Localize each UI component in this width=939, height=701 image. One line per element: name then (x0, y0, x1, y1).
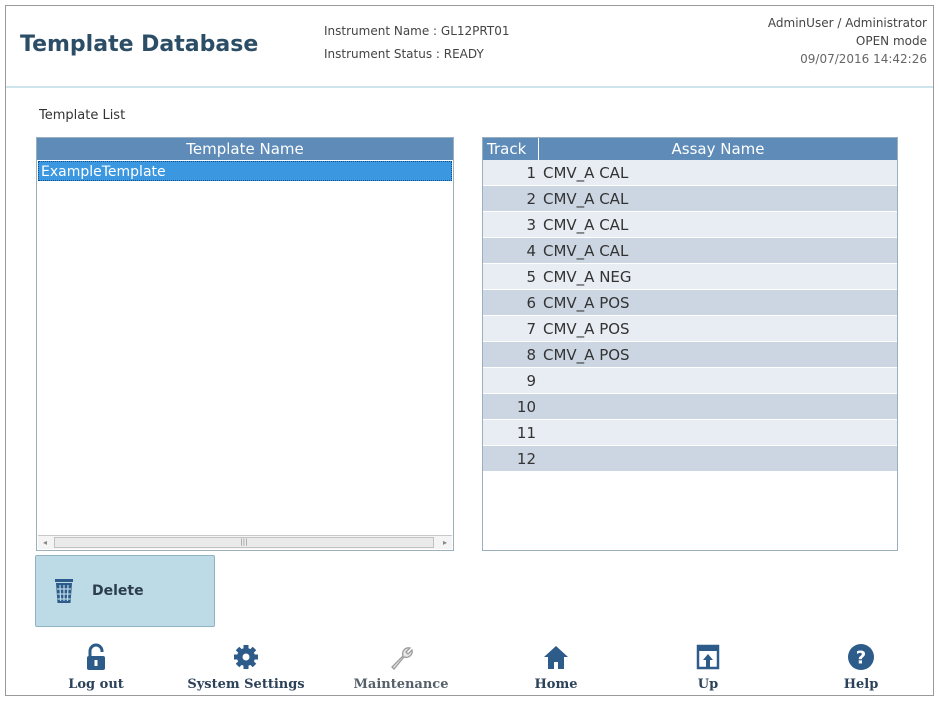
template-list-label: Template List (39, 108, 126, 123)
system-settings-label: System Settings (187, 677, 305, 692)
template-list-item[interactable]: ExampleTemplate (38, 161, 452, 181)
track-cell: 10 (516, 398, 536, 416)
table-row[interactable]: 4 CMV_A CAL (483, 238, 897, 264)
table-row[interactable]: 6 CMV_A POS (483, 290, 897, 316)
page-title: Template Database (20, 32, 259, 57)
assay-cell (539, 368, 897, 393)
up-button[interactable]: Up (638, 639, 778, 695)
assay-table-header: Track Assay Name (483, 138, 897, 160)
unlock-icon (87, 643, 105, 670)
assay-name-column-header: Assay Name (671, 140, 765, 158)
table-row[interactable]: 8 CMV_A POS (483, 342, 897, 368)
table-row[interactable]: 10 (483, 394, 897, 420)
up-label: Up (697, 677, 719, 692)
header: Template Database Instrument Name : GL12… (6, 6, 933, 88)
assay-cell (539, 446, 897, 471)
table-row[interactable]: 1 CMV_A CAL (483, 160, 897, 186)
app-window: Template Database Instrument Name : GL12… (5, 5, 934, 696)
delete-button[interactable]: Delete (35, 555, 215, 627)
track-cell: 12 (516, 450, 536, 468)
table-row[interactable]: 2 CMV_A CAL (483, 186, 897, 212)
scroll-right-icon[interactable]: ▸ (438, 536, 452, 549)
system-settings-button[interactable]: System Settings (176, 639, 316, 695)
track-cell: 2 (526, 190, 536, 208)
trash-icon (55, 579, 73, 603)
datetime: 09/07/2016 14:42:26 (800, 52, 927, 66)
assay-cell: CMV_A CAL (543, 190, 629, 208)
track-cell: 9 (526, 372, 536, 390)
home-icon (544, 646, 568, 669)
instrument-name: Instrument Name : GL12PRT01 (324, 24, 510, 38)
logout-label: Log out (68, 677, 124, 692)
template-list[interactable]: Template Name ExampleTemplate ◂ ||| ▸ (36, 137, 454, 551)
scroll-left-icon[interactable]: ◂ (38, 536, 52, 549)
gear-icon (234, 645, 258, 669)
track-cell: 1 (526, 164, 536, 182)
track-column-header: Track (483, 138, 539, 160)
assay-cell: CMV_A CAL (543, 242, 629, 260)
maintenance-button[interactable]: Maintenance (331, 639, 471, 695)
svg-text:?: ? (856, 648, 866, 669)
table-row[interactable]: 5 CMV_A NEG (483, 264, 897, 290)
mode-label: OPEN mode (855, 34, 927, 48)
track-cell: 6 (526, 294, 536, 312)
assay-cell (539, 394, 897, 419)
help-icon: ? (848, 644, 874, 670)
track-cell: 4 (526, 242, 536, 260)
table-row[interactable]: 7 CMV_A POS (483, 316, 897, 342)
help-button[interactable]: ? Help (791, 639, 931, 695)
home-button[interactable]: Home (486, 639, 626, 695)
track-cell: 7 (526, 320, 536, 338)
assay-cell: CMV_A POS (543, 346, 630, 364)
instrument-status: Instrument Status : READY (324, 47, 484, 61)
track-cell: 5 (526, 268, 536, 286)
track-cell: 8 (526, 346, 536, 364)
assay-cell: CMV_A POS (543, 320, 630, 338)
table-row[interactable]: 12 (483, 446, 897, 472)
table-row[interactable]: 11 (483, 420, 897, 446)
track-cell: 3 (526, 216, 536, 234)
assay-table: Track Assay Name 1 CMV_A CAL 2 CMV_A CAL 3… (482, 137, 898, 551)
user-info: AdminUser / Administrator OPEN mode 09/0… (768, 14, 927, 68)
scrollbar-thumb[interactable]: ||| (54, 537, 434, 548)
footer-nav: Log out System Settings Maintenance Home… (6, 639, 933, 695)
logout-button[interactable]: Log out (26, 639, 166, 695)
assay-cell: CMV_A POS (543, 294, 630, 312)
help-label: Help (843, 677, 879, 692)
up-window-icon (696, 644, 720, 670)
home-label: Home (534, 677, 578, 692)
track-cell: 11 (516, 424, 536, 442)
instrument-info: Instrument Name : GL12PRT01 Instrument S… (324, 20, 509, 66)
assay-cell (539, 420, 897, 445)
assay-cell: CMV_A NEG (543, 268, 632, 286)
maintenance-label: Maintenance (353, 677, 449, 692)
assay-rows: 1 CMV_A CAL 2 CMV_A CAL 3 CMV_A CAL 4 CMV_A … (483, 160, 897, 472)
assay-cell: CMV_A CAL (543, 164, 629, 182)
wrench-icon (391, 647, 413, 670)
table-row[interactable]: 3 CMV_A CAL (483, 212, 897, 238)
table-row[interactable]: 9 (483, 368, 897, 394)
assay-cell: CMV_A CAL (543, 216, 629, 234)
user-role: AdminUser / Administrator (767, 16, 927, 30)
delete-label: Delete (92, 583, 144, 599)
template-name-header[interactable]: Template Name (37, 138, 453, 160)
horizontal-scrollbar[interactable]: ◂ ||| ▸ (38, 535, 452, 549)
